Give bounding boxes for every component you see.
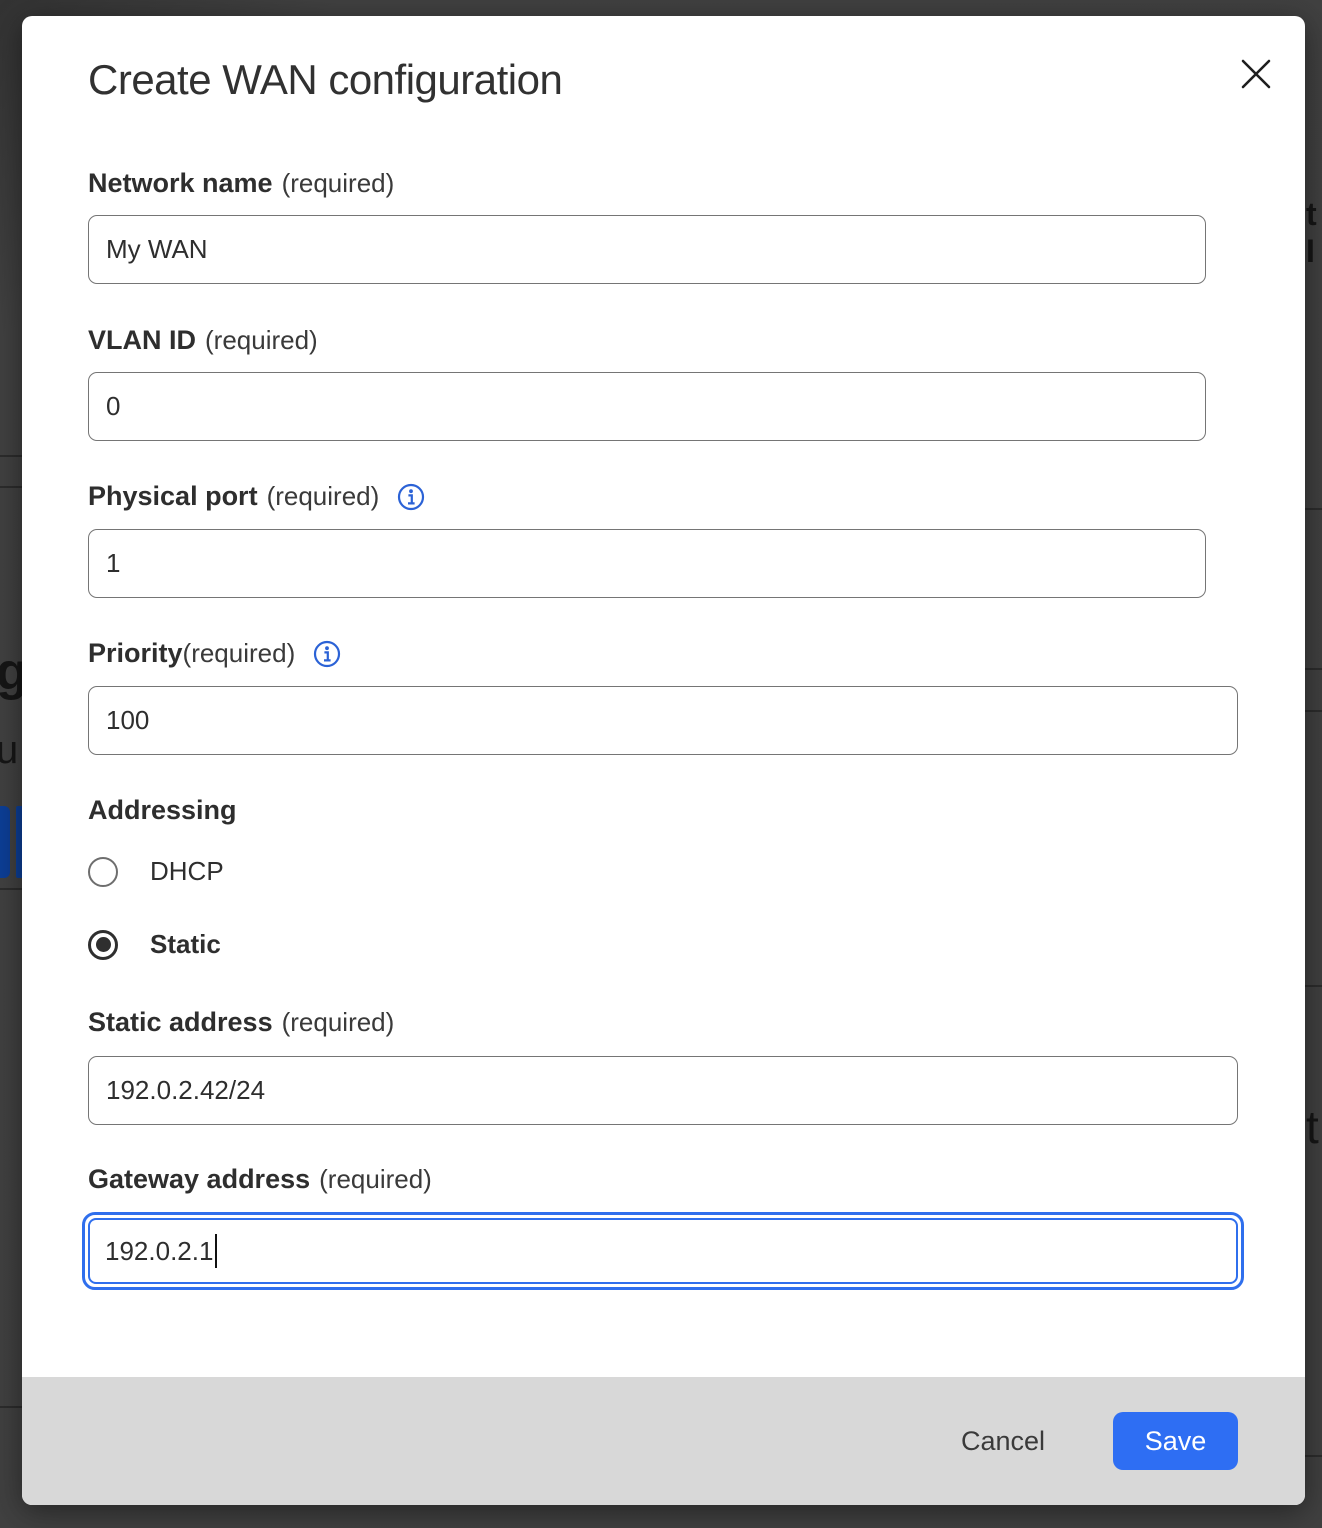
text-caret [215,1234,217,1268]
bg-text-fragment: t [1306,1100,1319,1154]
priority-label: Priority (required) [88,638,341,669]
bg-table-line [1305,668,1322,670]
screen: g u t I t Create WAN configuration Netwo… [0,0,1322,1528]
dialog-title: Create WAN configuration [88,56,562,104]
required-hint: (required) [282,168,395,199]
field-label: VLAN ID [88,325,196,356]
network-name-value: My WAN [106,234,208,265]
network-name-label: Network name (required) [88,168,394,199]
radio-label: DHCP [150,856,224,887]
bg-table-line [0,486,22,488]
dialog-footer: Cancel Save [22,1377,1305,1505]
static-address-label: Static address (required) [88,1007,394,1038]
bg-table-line [1305,508,1322,510]
required-hint: (required) [282,1007,395,1038]
bg-table-line [0,888,22,890]
info-icon[interactable] [313,640,341,668]
vlan-id-label: VLAN ID (required) [88,325,318,356]
radio-selected-icon [88,930,118,960]
bg-blue-button-fragment [0,806,10,878]
network-name-input[interactable]: My WAN [88,215,1206,284]
vlan-id-value: 0 [106,391,120,422]
vlan-id-input[interactable]: 0 [88,372,1206,441]
required-hint: (required) [183,638,296,669]
physical-port-value: 1 [106,548,120,579]
static-address-input[interactable]: 192.0.2.42/24 [88,1056,1238,1125]
bg-text-fragment: t I [1306,196,1322,270]
gateway-address-input[interactable]: 192.0.2.1 [88,1218,1238,1284]
gateway-address-label: Gateway address (required) [88,1164,432,1195]
physical-port-input[interactable]: 1 [88,529,1206,598]
close-button[interactable] [1228,46,1284,102]
priority-input[interactable]: 100 [88,686,1238,755]
required-hint: (required) [205,325,318,356]
radio-option-static[interactable]: Static [88,929,221,960]
close-icon [1238,56,1274,92]
physical-port-label: Physical port (required) [88,481,425,512]
cancel-button[interactable]: Cancel [955,1425,1051,1458]
required-hint: (required) [267,481,380,512]
bg-table-line [1305,1455,1322,1457]
radio-option-dhcp[interactable]: DHCP [88,856,224,887]
bg-table-line [0,455,22,457]
bg-table-line [0,1406,22,1408]
bg-table-line [1305,985,1322,987]
info-icon[interactable] [397,483,425,511]
field-label: Gateway address [88,1164,310,1195]
priority-value: 100 [106,705,149,736]
field-label: Static address [88,1007,273,1038]
field-label: Network name [88,168,273,199]
static-address-value: 192.0.2.42/24 [106,1075,265,1106]
gateway-address-value: 192.0.2.1 [105,1236,213,1267]
save-button[interactable]: Save [1113,1412,1238,1470]
required-hint: (required) [319,1164,432,1195]
gateway-address-focus-ring: 192.0.2.1 [82,1212,1244,1290]
field-label: Priority [88,638,183,669]
radio-unselected-icon [88,857,118,887]
create-wan-dialog: Create WAN configuration Network name (r… [22,16,1305,1505]
addressing-heading: Addressing [88,795,237,826]
field-label: Physical port [88,481,258,512]
bg-text-fragment: u [0,728,18,773]
radio-label: Static [150,929,221,960]
bg-table-line [1305,710,1322,712]
